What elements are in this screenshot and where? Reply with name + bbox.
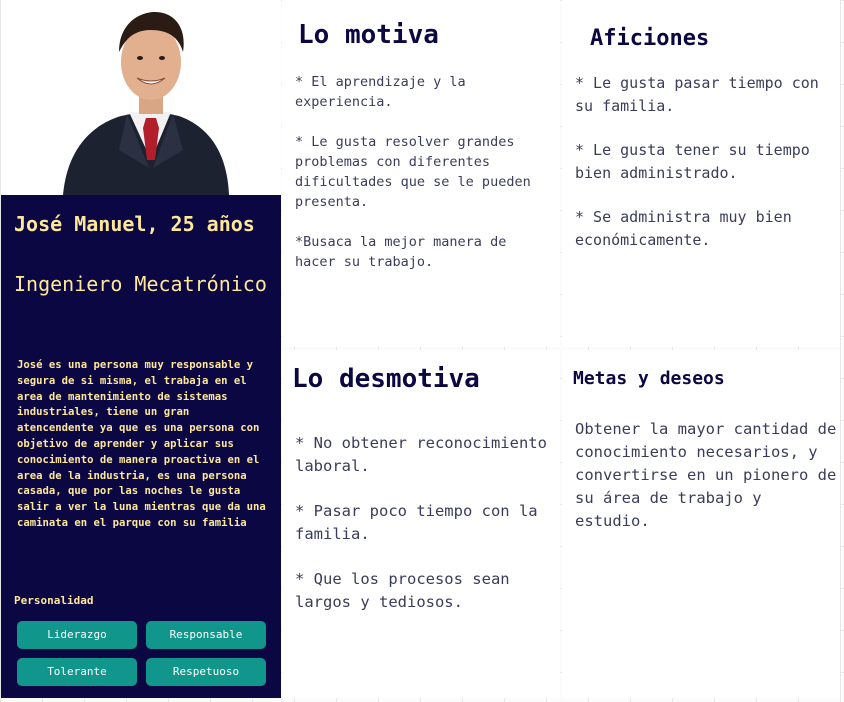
desmotiva-list: * No obtener reconocimiento laboral. * P… <box>295 432 557 614</box>
trait-tag-respetuoso[interactable]: Respetuoso <box>146 658 266 686</box>
trait-tag-responsable[interactable]: Responsable <box>146 621 266 649</box>
motiva-item: * El aprendizaje y la experiencia. <box>295 74 466 110</box>
motiva-item: *Busaca la mejor manera de hacer su trab… <box>295 234 507 270</box>
aficiones-item: * Se administra muy bien económicamente. <box>575 208 792 249</box>
motiva-panel: Lo motiva * El aprendizaje y la experien… <box>282 0 560 347</box>
person-photo-illustration <box>63 12 229 195</box>
desmotiva-item: * No obtener reconocimiento laboral. <box>295 434 547 475</box>
aficiones-item: * Le gusta tener su tiempo bien administ… <box>575 141 810 182</box>
metas-panel: Metas y deseos Obtener la mayor cantidad… <box>562 350 840 698</box>
aficiones-title: Aficiones <box>590 26 710 51</box>
trait-tag-tolerante[interactable]: Tolerante <box>17 658 137 686</box>
aficiones-item: * Le gusta pasar tiempo con su familia. <box>575 74 819 115</box>
profile-photo <box>1 0 281 195</box>
desmotiva-item: * Pasar poco tiempo con la familia. <box>295 502 538 543</box>
aficiones-list: * Le gusta pasar tiempo con su familia. … <box>575 72 837 251</box>
metas-text: Obtener la mayor cantidad de conocimient… <box>575 420 837 530</box>
personality-label: Personalidad <box>14 594 94 607</box>
desmotiva-title: Lo desmotiva <box>292 364 480 394</box>
profile-card: José Manuel, 25 años Ingeniero Mecatróni… <box>1 195 281 698</box>
motiva-item: * Le gusta resolver grandes problemas co… <box>295 134 531 210</box>
trait-tag-liderazgo[interactable]: Liderazgo <box>17 621 137 649</box>
motiva-list: * El aprendizaje y la experiencia. * Le … <box>295 72 553 272</box>
motiva-title: Lo motiva <box>298 20 439 50</box>
desmotiva-panel: Lo desmotiva * No obtener reconocimiento… <box>282 350 560 698</box>
desmotiva-item: * Que los procesos sean largos y tedioso… <box>295 570 510 611</box>
aficiones-panel: Aficiones * Le gusta pasar tiempo con su… <box>562 0 840 347</box>
persona-name: José Manuel, 25 años <box>14 212 255 236</box>
metas-title: Metas y deseos <box>573 368 725 389</box>
persona-bio: José es una persona muy responsable y se… <box>17 359 266 529</box>
persona-role: Ingeniero Mecatrónico <box>14 272 267 296</box>
